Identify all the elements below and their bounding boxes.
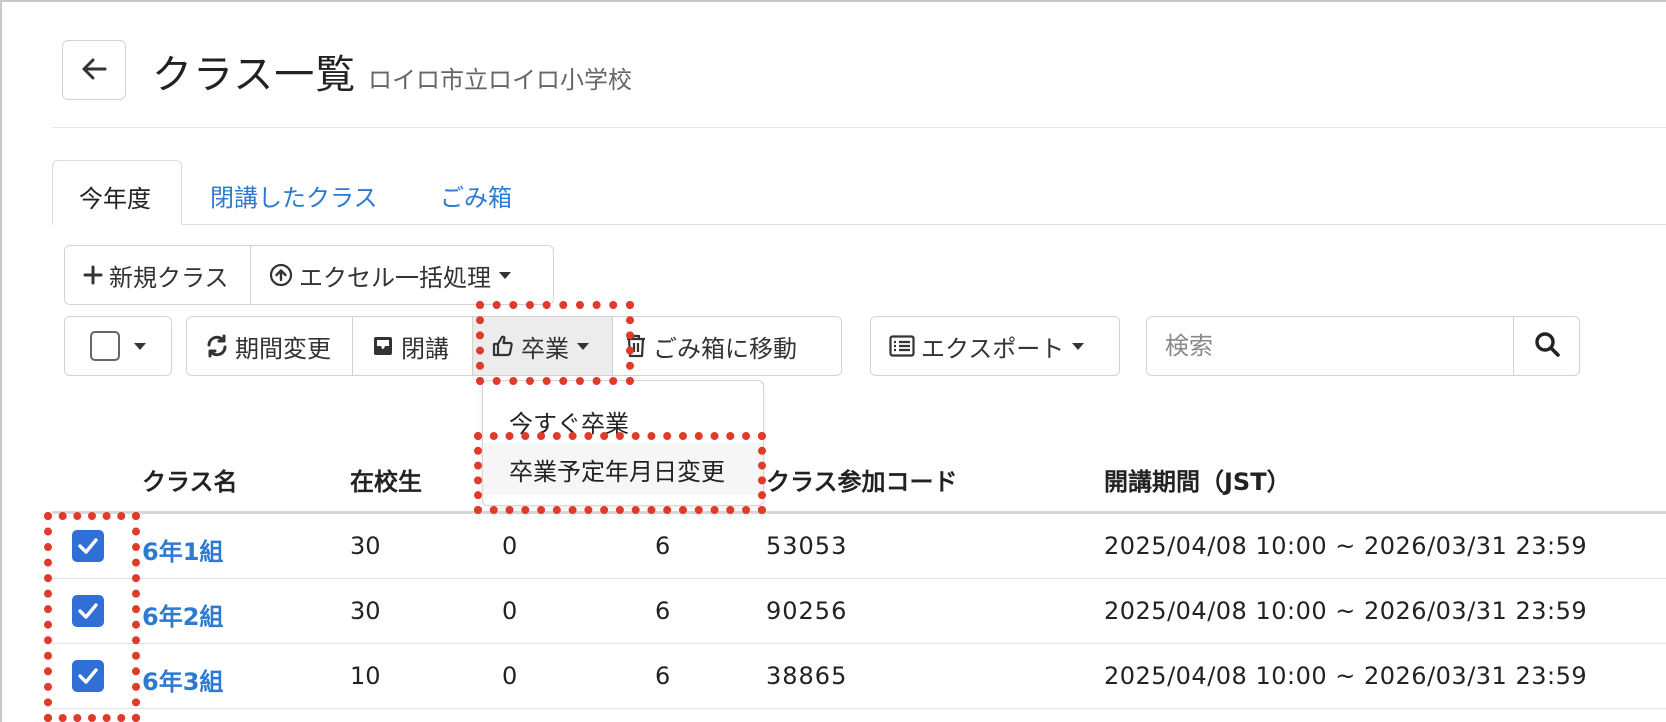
export-toolbar: エクスポート (870, 316, 1120, 376)
excel-bulk-label: エクセル一括処理 (299, 263, 491, 292)
row-checkbox[interactable] (72, 530, 104, 562)
select-all-button[interactable] (65, 317, 171, 375)
inbox-icon (371, 335, 395, 357)
new-class-button[interactable]: 新規クラス (65, 246, 251, 304)
graduate-dropdown-button[interactable]: 卒業 (473, 317, 613, 375)
search-button[interactable] (1513, 317, 1579, 375)
close-class-button[interactable]: 閉講 (353, 317, 473, 375)
students-cell: 10 (350, 662, 381, 690)
create-toolbar: 新規クラス エクセル一括処理 (64, 245, 554, 305)
chevron-down-icon (577, 342, 589, 350)
search-input[interactable] (1147, 317, 1513, 375)
chevron-down-icon (499, 271, 511, 279)
trash-icon (625, 334, 647, 358)
join-code-cell: 90256 (766, 597, 848, 625)
row-checkbox[interactable] (72, 660, 104, 692)
header-join-code: クラス参加コード (766, 468, 958, 496)
select-all-checkbox[interactable] (90, 331, 120, 361)
tab-current-year[interactable]: 今年度 (52, 160, 182, 225)
class-name-link[interactable]: 6年3組 (142, 662, 223, 697)
new-class-label: 新規クラス (109, 263, 229, 292)
count-cell: 0 (502, 597, 518, 625)
count-cell: 0 (502, 532, 518, 560)
class-name-link[interactable]: 6年1組 (142, 532, 223, 567)
close-class-label: 閉講 (401, 334, 449, 363)
period-cell: 2025/04/08 10:00 ~ 2026/03/31 23:59 (1104, 597, 1588, 625)
upload-circle-icon (269, 263, 293, 287)
join-code-cell: 38865 (766, 662, 848, 690)
change-graduation-date-menu-item[interactable]: 卒業予定年月日変更 (483, 443, 763, 495)
table-row: 6年3組 10 0 6 38865 2025/04/08 10:00 ~ 202… (52, 644, 1666, 709)
tab-closed-classes[interactable]: 閉講したクラス (184, 160, 404, 225)
back-button[interactable] (62, 40, 126, 100)
excel-bulk-button[interactable]: エクセル一括処理 (251, 246, 553, 304)
students-cell: 30 (350, 597, 381, 625)
header-period: 開講期間（JST） (1104, 468, 1291, 496)
join-code-cell: 53053 (766, 532, 848, 560)
move-to-trash-label: ごみ箱に移動 (653, 334, 797, 363)
period-change-button[interactable]: 期間変更 (187, 317, 353, 375)
table-row: 6年1組 30 0 6 53053 2025/04/08 10:00 ~ 202… (52, 514, 1666, 579)
bulk-actions-toolbar: 期間変更 閉講 卒業 ごみ箱に移動 (186, 316, 842, 376)
export-label: エクスポート (921, 334, 1065, 363)
count-cell: 6 (655, 597, 671, 625)
period-cell: 2025/04/08 10:00 ~ 2026/03/31 23:59 (1104, 662, 1588, 690)
page-title: クラス一覧 (152, 52, 357, 98)
period-change-label: 期間変更 (235, 334, 331, 363)
thumbs-up-icon (491, 334, 515, 358)
export-dropdown-button[interactable]: エクスポート (871, 317, 1119, 375)
table-row: 6年2組 30 0 6 90256 2025/04/08 10:00 ~ 202… (52, 579, 1666, 644)
tab-trash[interactable]: ごみ箱 (414, 160, 538, 225)
arrow-left-icon (81, 54, 107, 87)
page-subtitle: ロイロ市立ロイロ小学校 (368, 66, 632, 94)
search-icon (1534, 331, 1560, 361)
period-cell: 2025/04/08 10:00 ~ 2026/03/31 23:59 (1104, 532, 1588, 560)
graduate-dropdown-menu: 今すぐ卒業 卒業予定年月日変更 (482, 380, 764, 506)
graduate-label: 卒業 (521, 334, 569, 363)
search-box (1146, 316, 1580, 376)
plus-icon (83, 265, 103, 285)
list-icon (889, 335, 915, 357)
sync-icon (205, 334, 229, 358)
header-students: 在校生 (350, 468, 422, 496)
count-cell: 6 (655, 662, 671, 690)
row-checkbox[interactable] (72, 595, 104, 627)
move-to-trash-button[interactable]: ごみ箱に移動 (613, 317, 841, 375)
count-cell: 0 (502, 662, 518, 690)
header-divider (52, 127, 1666, 128)
header-class-name: クラス名 (142, 468, 238, 496)
class-name-link[interactable]: 6年2組 (142, 597, 223, 632)
count-cell: 6 (655, 532, 671, 560)
select-all-dropdown[interactable] (64, 316, 172, 376)
chevron-down-icon (1072, 342, 1085, 350)
graduate-now-menu-item[interactable]: 今すぐ卒業 (483, 395, 763, 447)
chevron-down-icon (134, 342, 146, 350)
students-cell: 30 (350, 532, 381, 560)
